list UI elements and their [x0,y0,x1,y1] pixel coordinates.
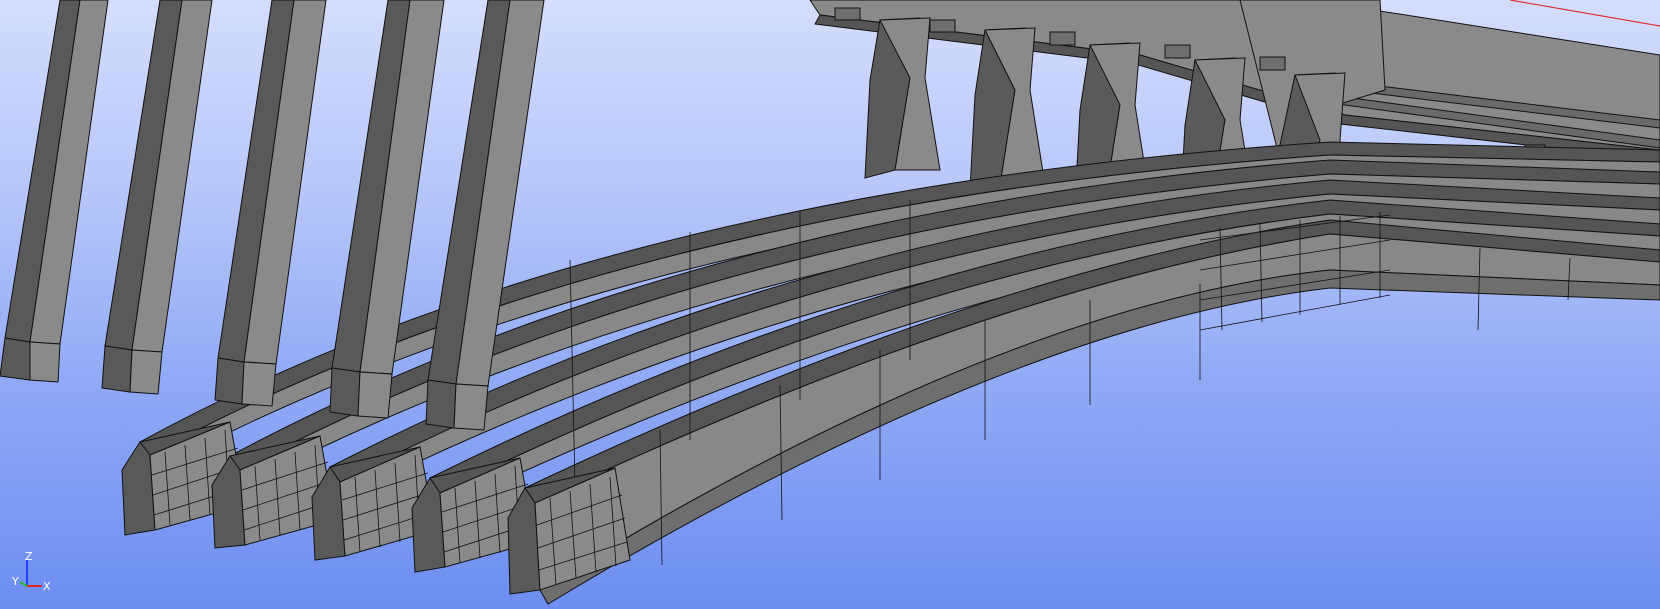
inclined-column-3 [214,0,327,407]
inclined-column-4 [329,0,445,419]
y-axis-line [19,581,28,587]
axis-triad: Z Y X [12,552,51,592]
mesh-scene[interactable] [0,0,1660,609]
3d-viewport[interactable]: Z Y X [0,0,1660,609]
inclined-column-5 [425,0,545,431]
x-axis-label: X [43,580,51,592]
inclined-columns [0,0,545,431]
y-axis-label: Y [12,575,19,588]
z-axis-label: Z [25,552,33,563]
inclined-column-2 [101,0,213,395]
inclined-column-1 [0,0,109,383]
reference-line [1509,0,1660,27]
